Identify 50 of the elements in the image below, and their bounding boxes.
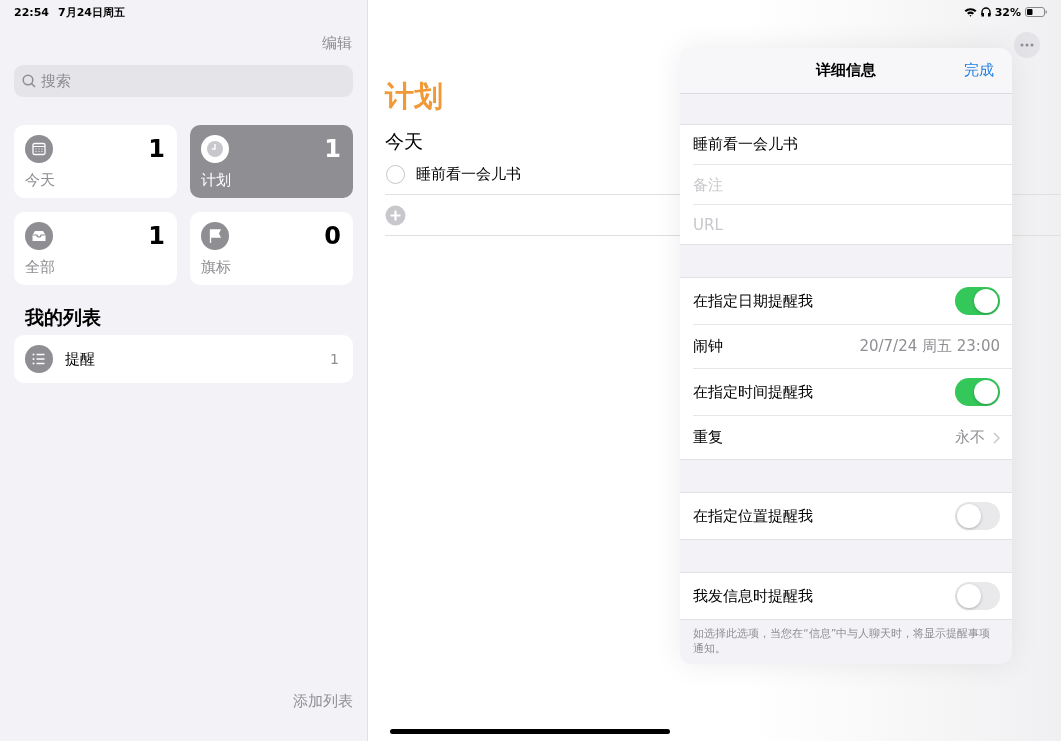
search-field[interactable]: 搜索 bbox=[14, 65, 353, 97]
section-heading: 我的列表 bbox=[25, 305, 102, 330]
toggle-switch[interactable] bbox=[955, 582, 1000, 610]
task-title[interactable]: 睡前看一会儿书 bbox=[416, 164, 521, 184]
footnote-text: 如选择此选项，当您在“信息”中与人聊天时，将显示提醒事项通知。 bbox=[692, 626, 992, 657]
toggle-switch[interactable] bbox=[955, 378, 1000, 406]
smart-list-count: 1 bbox=[148, 222, 165, 250]
text-field[interactable]: URL bbox=[693, 215, 983, 234]
headphones-icon bbox=[980, 7, 991, 17]
add-icon[interactable] bbox=[385, 204, 406, 226]
done-button[interactable]: 完成 bbox=[964, 61, 994, 80]
flag-icon bbox=[201, 222, 229, 250]
chevron-icon bbox=[993, 431, 1000, 444]
list-icon bbox=[25, 345, 53, 373]
list-count: 1 bbox=[330, 351, 339, 367]
setting-label: 在指定日期提醒我 bbox=[693, 291, 813, 311]
smart-list-label: 旗标 bbox=[201, 258, 232, 277]
setting-label: 我发信息时提醒我 bbox=[693, 586, 813, 606]
toggle-switch[interactable] bbox=[955, 287, 1000, 315]
setting-label: 重复 bbox=[693, 428, 723, 447]
list-title: 计划 bbox=[385, 78, 444, 114]
toggle-switch[interactable] bbox=[955, 502, 1000, 530]
smart-list-label: 今天 bbox=[25, 171, 56, 190]
ellipsis-icon bbox=[1020, 43, 1034, 47]
smart-list-card[interactable]: 1 全部 bbox=[14, 212, 177, 285]
battery-percent: 32% bbox=[994, 5, 1021, 19]
setting-label: 在指定位置提醒我 bbox=[693, 506, 813, 526]
section-heading: 今天 bbox=[385, 129, 423, 154]
setting-label: 在指定时间提醒我 bbox=[693, 382, 813, 402]
smart-list-count: 1 bbox=[148, 135, 165, 163]
smart-list-label: 计划 bbox=[201, 171, 232, 190]
smart-list-label: 全部 bbox=[25, 258, 56, 277]
text-field[interactable]: 睡前看一会儿书 bbox=[693, 135, 983, 154]
list-name: 提醒 bbox=[65, 349, 96, 369]
more-button[interactable] bbox=[1014, 32, 1040, 58]
smart-list-card[interactable]: 1 今天 bbox=[14, 125, 177, 198]
smart-list-card[interactable]: 0 旗标 bbox=[190, 212, 353, 285]
wifi-icon bbox=[963, 7, 977, 17]
calendar-icon bbox=[25, 135, 53, 163]
list-row[interactable]: 提醒 1 bbox=[14, 335, 353, 383]
setting-label: 闹钟 bbox=[693, 337, 723, 356]
battery-icon bbox=[1025, 7, 1047, 17]
status-time: 22:54 bbox=[14, 5, 49, 19]
search-icon bbox=[22, 74, 36, 88]
smart-list-count: 1 bbox=[324, 135, 341, 163]
tray-icon bbox=[25, 222, 53, 250]
smart-list-count: 0 bbox=[324, 222, 341, 250]
status-date: 7月24日周五 bbox=[58, 4, 125, 20]
popover-title: 详细信息 bbox=[816, 61, 876, 80]
clock-icon bbox=[201, 135, 229, 163]
